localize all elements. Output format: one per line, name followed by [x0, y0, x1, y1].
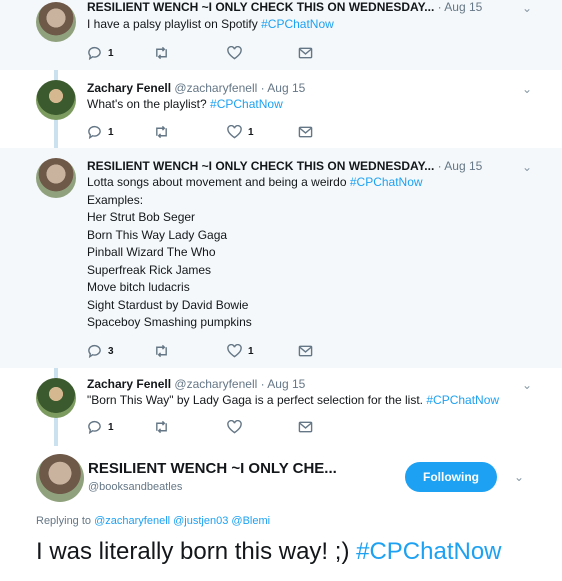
heart-icon	[227, 46, 242, 60]
author-name[interactable]: RESILIENT WENCH ~I ONLY CHE...	[88, 460, 337, 477]
reply-button[interactable]: 3	[87, 344, 114, 358]
tweet-time[interactable]: · Aug 15	[438, 0, 483, 14]
avatar[interactable]	[36, 80, 76, 120]
retweet-icon	[156, 46, 167, 60]
tweet[interactable]: RESILIENT WENCH ~I ONLY CHECK THIS ON WE…	[0, 148, 562, 368]
avatar[interactable]	[36, 378, 76, 418]
tweet-line: Move bitch ludacris	[87, 280, 190, 294]
chevron-down-icon[interactable]: ⌄	[522, 378, 532, 392]
tweet-time[interactable]: · Aug 15	[261, 377, 306, 391]
dm-button[interactable]	[298, 344, 313, 358]
avatar[interactable]	[36, 454, 84, 502]
retweet-icon	[156, 344, 167, 358]
tweet-line: Sight Stardust by David Bowie	[87, 297, 249, 312]
retweet-button[interactable]	[154, 420, 175, 434]
tweet-header: Zachary Fenell @zacharyfenell · Aug 15	[87, 81, 305, 96]
tweet-header: RESILIENT WENCH ~I ONLY CHECK THIS ON WE…	[87, 159, 482, 174]
following-button[interactable]: Following	[405, 462, 497, 492]
tweet-text: I have a palsy playlist on Spotify #CPCh…	[87, 17, 334, 31]
hashtag-link[interactable]: #CPChatNow	[261, 17, 334, 31]
reply-mention-links[interactable]: @zacharyfenell @justjen03 @Blemi	[94, 515, 270, 527]
hashtag-link[interactable]: #CPChatNow	[210, 97, 283, 111]
reply-button[interactable]: 1	[87, 125, 114, 139]
retweet-icon	[156, 125, 167, 139]
tweet[interactable]: RESILIENT WENCH ~I ONLY CHECK THIS ON WE…	[0, 0, 562, 70]
tweet-text: What's on the playlist? #CPChatNow	[87, 97, 283, 111]
author-handle[interactable]: @zacharyfenell	[174, 377, 257, 391]
chevron-down-icon[interactable]: ⌄	[522, 1, 532, 15]
tweet-line: Spaceboy Smashing pumpkins	[87, 315, 252, 329]
tweet-time[interactable]: · Aug 15	[261, 81, 306, 95]
tweet-text: "Born This Way" by Lady Gaga is a perfec…	[87, 393, 500, 407]
author-handle[interactable]: @zacharyfenell	[174, 81, 257, 95]
reply-icon	[88, 344, 101, 358]
reply-icon	[88, 46, 101, 60]
like-button[interactable]: 1	[227, 125, 254, 139]
dm-button[interactable]	[298, 46, 313, 60]
reply-button[interactable]: 1	[87, 46, 114, 60]
avatar[interactable]	[36, 158, 76, 198]
tweet-line: Superfreak Rick James	[87, 262, 212, 277]
heart-icon	[227, 344, 242, 358]
dm-button[interactable]	[298, 125, 313, 139]
envelope-icon	[298, 47, 313, 59]
tweet-line: Born This Way Lady Gaga	[87, 227, 228, 242]
author-handle[interactable]: @booksandbeatles	[88, 481, 182, 493]
heart-icon	[227, 125, 242, 139]
main-tweet-text: I was literally born this way! ;) #CPCha…	[36, 538, 502, 565]
reply-icon	[88, 420, 101, 434]
hashtag-link[interactable]: #CPChatNow	[350, 175, 423, 189]
author-name[interactable]: Zachary Fenell	[87, 81, 171, 95]
avatar[interactable]	[36, 2, 76, 42]
retweet-button[interactable]	[154, 46, 175, 60]
author-name[interactable]: RESILIENT WENCH ~I ONLY CHECK THIS ON WE…	[87, 159, 434, 173]
envelope-icon	[298, 421, 313, 433]
tweet-text: Lotta songs about movement and being a w…	[87, 174, 423, 332]
reply-button[interactable]: 1	[87, 420, 114, 434]
tweet-time[interactable]: · Aug 15	[438, 159, 483, 173]
hashtag-link[interactable]: #CPChatNow	[356, 538, 501, 565]
hashtag-link[interactable]: #CPChatNow	[426, 393, 499, 407]
envelope-icon	[298, 345, 313, 357]
tweet-line: Her Strut Bob Seger	[87, 210, 196, 224]
author-name[interactable]: Zachary Fenell	[87, 377, 171, 391]
tweet[interactable]: Zachary Fenell @zacharyfenell · Aug 15 ⌄…	[0, 70, 562, 148]
author-name[interactable]: RESILIENT WENCH ~I ONLY CHECK THIS ON WE…	[87, 0, 434, 14]
tweet-header: Zachary Fenell @zacharyfenell · Aug 15	[87, 377, 305, 392]
reply-icon	[88, 125, 101, 139]
tweet-header: RESILIENT WENCH ~I ONLY CHECK THIS ON WE…	[87, 0, 482, 15]
retweet-button[interactable]	[154, 125, 175, 139]
chevron-down-icon[interactable]: ⌄	[514, 470, 524, 484]
chevron-down-icon[interactable]: ⌄	[522, 82, 532, 96]
chevron-down-icon[interactable]: ⌄	[522, 160, 532, 174]
tweet-line: Pinball Wizard The Who	[87, 245, 216, 259]
dm-button[interactable]	[298, 420, 313, 434]
tweet[interactable]: Zachary Fenell @zacharyfenell · Aug 15 ⌄…	[0, 368, 562, 444]
retweet-button[interactable]	[154, 344, 175, 358]
like-button[interactable]	[227, 420, 248, 434]
like-button[interactable]	[227, 46, 248, 60]
replying-to: Replying to @zacharyfenell @justjen03 @B…	[36, 515, 271, 527]
tweet-line: Examples:	[87, 192, 144, 207]
envelope-icon	[298, 126, 313, 138]
heart-icon	[227, 420, 242, 434]
like-button[interactable]: 1	[227, 344, 254, 358]
retweet-icon	[156, 420, 167, 434]
